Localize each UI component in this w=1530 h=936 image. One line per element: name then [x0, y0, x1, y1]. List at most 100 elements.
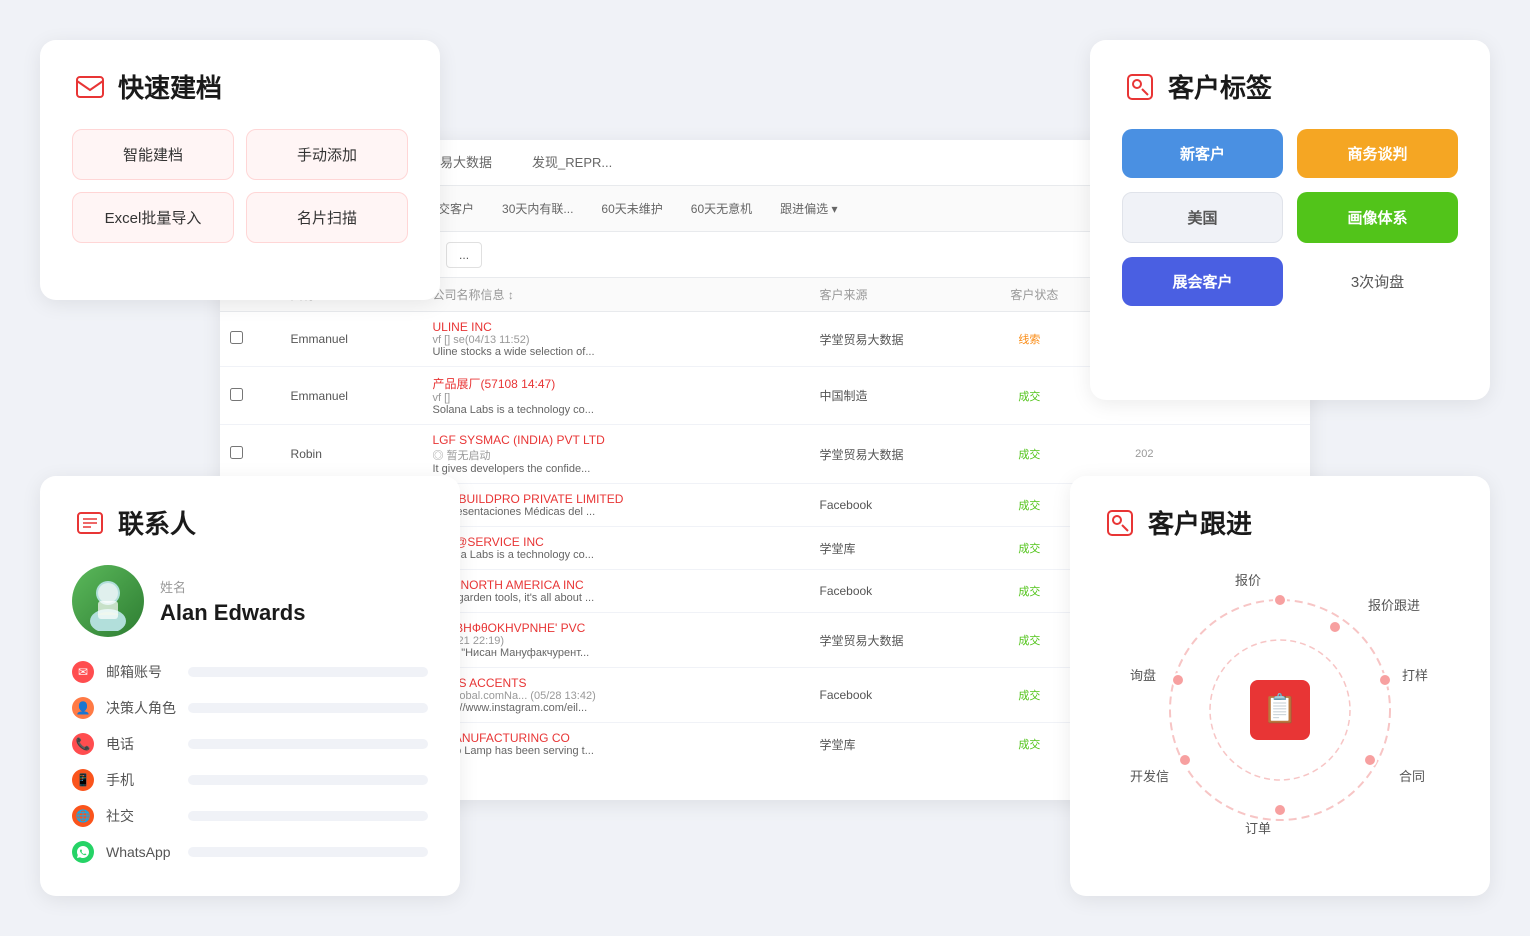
row-company: & MANUFACTURING CO Jimco Lamp has been s… [422, 723, 809, 759]
mobile-value [188, 775, 428, 785]
row-owner: Emmanuel [281, 312, 423, 367]
quick-archive-icon [72, 69, 108, 105]
avatar [72, 565, 144, 637]
row-source: Facebook [809, 484, 1000, 527]
row-checkbox[interactable] [220, 312, 281, 367]
subtab-30days[interactable]: 30天内有联... [488, 194, 587, 223]
label-dingdan: 订单 [1245, 818, 1271, 837]
quick-archive-card: 快速建档 智能建档 手动添加 Excel批量导入 名片扫描 [40, 40, 440, 300]
row-company: AMPS ACCENTS §§(Global.comNa... (05/28 1… [422, 668, 809, 723]
row-source: 学堂贸易大数据 [809, 613, 1000, 668]
mobile-icon: 📱 [72, 769, 94, 791]
row-owner: Emmanuel [281, 367, 423, 425]
row-source: Facebook [809, 570, 1000, 613]
field-phone: 📞 电话 [72, 733, 428, 755]
field-mobile: 📱 手机 [72, 769, 428, 791]
contact-icon [72, 505, 108, 541]
contact-title: 联系人 [118, 504, 196, 541]
manual-add-btn[interactable]: 手动添加 [246, 129, 408, 180]
label-dayang: 打样 [1402, 665, 1428, 684]
field-whatsapp: WhatsApp [72, 841, 428, 863]
email-value [188, 667, 428, 677]
row-status: 成交 [1000, 425, 1125, 484]
label-xunpan: 询盘 [1130, 665, 1156, 684]
row-source: 学堂库 [809, 723, 1000, 759]
row-source: 学堂贸易大数据 [809, 425, 1000, 484]
col-source: 客户来源 [809, 278, 1000, 312]
more-btn[interactable]: ... [446, 242, 482, 268]
row-source: 学堂贸易大数据 [809, 312, 1000, 367]
phone-label: 电话 [106, 734, 176, 754]
action-grid: 智能建档 手动添加 Excel批量导入 名片扫描 [72, 129, 408, 243]
label-baojia: 报价 [1235, 570, 1261, 589]
whatsapp-icon [72, 841, 94, 863]
subtab-60days-no-intent[interactable]: 60天无意机 [677, 194, 766, 223]
tab-discover[interactable]: 发现_REPR... [512, 140, 632, 185]
tag-portrait[interactable]: 画像体系 [1297, 192, 1458, 243]
customer-tags-title: 客户标签 [1168, 68, 1272, 105]
row-company: М ОВНФθОΚНVΡΝΗΕ' РVC §(03/21 22:19) ООО … [422, 613, 809, 668]
quick-archive-header: 快速建档 [72, 68, 408, 105]
whatsapp-label: WhatsApp [106, 844, 176, 860]
contact-name-label: 姓名 [160, 577, 305, 596]
subtab-60days-no-maintain[interactable]: 60天未维护 [587, 194, 676, 223]
email-icon: ✉ [72, 661, 94, 683]
row-source: Facebook [809, 668, 1000, 723]
contact-profile: 姓名 Alan Edwards [72, 565, 428, 637]
tag-inquiry-count[interactable]: 3次询盘 [1297, 257, 1458, 306]
role-icon: 👤 [72, 697, 94, 719]
follow-chart: 📋 报价 报价跟进 打样 合同 订单 开发信 询盘 [1130, 565, 1430, 845]
label-kaifaxin: 开发信 [1130, 766, 1169, 785]
social-label: 社交 [106, 806, 176, 826]
role-label: 决策人角色 [106, 698, 176, 718]
row-company: LGF SYSMAC (INDIA) PVT LTD ◎ 暂无启动 It giv… [422, 425, 809, 484]
col-company: 公司名称信息 ↕ [422, 278, 809, 312]
customer-tags-icon [1122, 69, 1158, 105]
row-company: ULINE INC vf [] se(04/13 11:52) Uline st… [422, 312, 809, 367]
social-icon: 🌐 [72, 805, 94, 827]
field-social: 🌐 社交 [72, 805, 428, 827]
email-label: 邮箱账号 [106, 662, 176, 682]
phone-icon: 📞 [72, 733, 94, 755]
card-scan-btn[interactable]: 名片扫描 [246, 192, 408, 243]
contact-fields: ✉ 邮箱账号 👤 决策人角色 📞 电话 📱 手机 🌐 社交 [72, 661, 428, 863]
social-value [188, 811, 428, 821]
table-row[interactable]: Robin LGF SYSMAC (INDIA) PVT LTD ◎ 暂无启动 … [220, 425, 1310, 484]
tag-new-customer[interactable]: 新客户 [1122, 129, 1283, 178]
contact-header: 联系人 [72, 504, 428, 541]
subtab-follow-filter[interactable]: 跟进偏选 ▾ [766, 194, 851, 223]
tag-business-talk[interactable]: 商务谈判 [1297, 129, 1458, 178]
tag-exhibition[interactable]: 展会客户 [1122, 257, 1283, 306]
excel-import-btn[interactable]: Excel批量导入 [72, 192, 234, 243]
role-value [188, 703, 428, 713]
customer-tags-card: 客户标签 新客户 商务谈判 美国 画像体系 展会客户 3次询盘 [1090, 40, 1490, 400]
field-email: ✉ 邮箱账号 [72, 661, 428, 683]
mobile-label: 手机 [106, 770, 176, 790]
row-company: 产品展厂(57108 14:47) vf [] Solana Labs is a… [422, 367, 809, 425]
whatsapp-value [188, 847, 428, 857]
quick-archive-title: 快速建档 [118, 68, 222, 105]
field-role: 👤 决策人角色 [72, 697, 428, 719]
row-company: IES @SERVICE INC Solana Labs is a techno… [422, 527, 809, 570]
contact-name-block: 姓名 Alan Edwards [160, 577, 305, 626]
row-owner: Robin [281, 425, 423, 484]
follow-title: 客户跟进 [1148, 504, 1252, 541]
follow-header: 客户跟进 [1102, 504, 1458, 541]
row-checkbox[interactable] [220, 425, 281, 484]
label-hetong: 合同 [1399, 766, 1425, 785]
contact-card: 联系人 姓名 Alan Edwards ✉ 邮箱账号 👤 决策人角色 [40, 476, 460, 896]
follow-icon [1102, 505, 1138, 541]
row-company: F&F BUILDPRO PRIVATE LIMITED Representac… [422, 484, 809, 527]
row-date: 202 [1125, 425, 1310, 484]
svg-text:📋: 📋 [1263, 692, 1298, 725]
row-checkbox[interactable] [220, 367, 281, 425]
tags-grid: 新客户 商务谈判 美国 画像体系 展会客户 3次询盘 [1122, 129, 1458, 306]
tag-usa[interactable]: 美国 [1122, 192, 1283, 243]
row-source: 学堂库 [809, 527, 1000, 570]
row-source: 中国制造 [809, 367, 1000, 425]
customer-tags-header: 客户标签 [1122, 68, 1458, 105]
smart-archive-btn[interactable]: 智能建档 [72, 129, 234, 180]
follow-card: 客户跟进 📋 报价 报价跟进 [1070, 476, 1490, 896]
row-company: IIGN NORTH AMERICA INC With garden tools… [422, 570, 809, 613]
label-baojia-genjin: 报价跟进 [1368, 595, 1420, 614]
